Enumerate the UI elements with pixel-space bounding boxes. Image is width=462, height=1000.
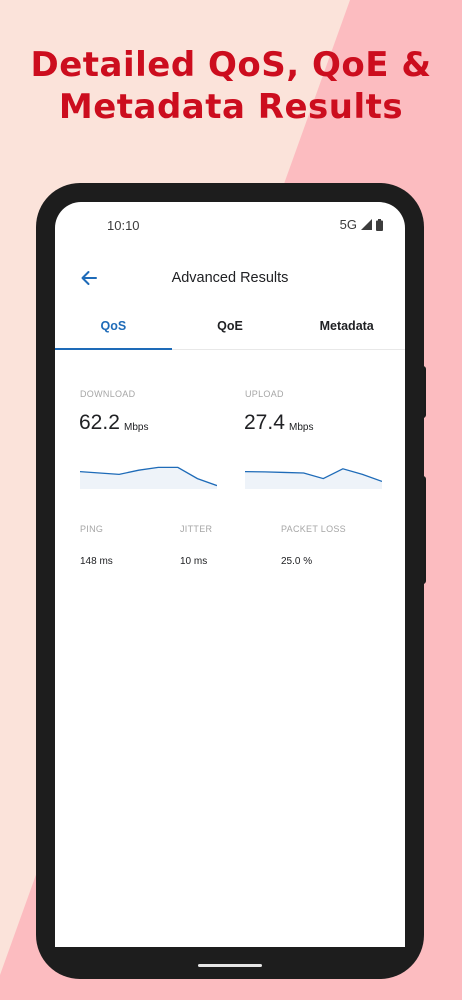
upload-value: 27.4 [244, 411, 285, 434]
upload-sparkline [245, 468, 382, 489]
download-sparkline [80, 466, 217, 489]
ping-value: 148 ms [80, 556, 113, 567]
tab-metadata[interactable]: Metadata [288, 308, 405, 349]
phone-frame: 10:10 5G Advanced Results QoS QoE Metada… [36, 183, 424, 979]
jitter-value: 10 ms [180, 556, 208, 567]
tab-bar: QoS QoE Metadata [55, 308, 405, 350]
headline-line-2: Metadata Results [58, 87, 404, 127]
ping-label: PING [80, 524, 104, 534]
download-unit: Mbps [124, 422, 149, 433]
upload-label: UPLOAD [245, 389, 284, 399]
upload-unit: Mbps [289, 422, 314, 433]
packet-loss-value: 25.0 % [281, 556, 313, 567]
download-label: DOWNLOAD [80, 389, 136, 399]
phone-screen: 10:10 5G Advanced Results QoS QoE Metada… [55, 202, 405, 947]
network-type: 5G [339, 217, 357, 232]
jitter-label: JITTER [180, 524, 213, 534]
download-value: 62.2 [79, 411, 120, 434]
status-time: 10:10 [107, 218, 140, 233]
tab-qoe[interactable]: QoE [172, 308, 289, 349]
tab-qos[interactable]: QoS [55, 308, 172, 350]
battery-icon [376, 218, 383, 231]
headline-line-1: Detailed QoS, QoE & [30, 45, 432, 85]
headline: Detailed QoS, QoE & Metadata Results [0, 44, 462, 128]
packet-loss-label: PACKET LOSS [281, 524, 346, 534]
home-indicator [198, 964, 262, 967]
page-title: Advanced Results [171, 270, 289, 286]
cellular-signal-icon [361, 219, 372, 230]
status-indicators: 5G [340, 217, 383, 232]
